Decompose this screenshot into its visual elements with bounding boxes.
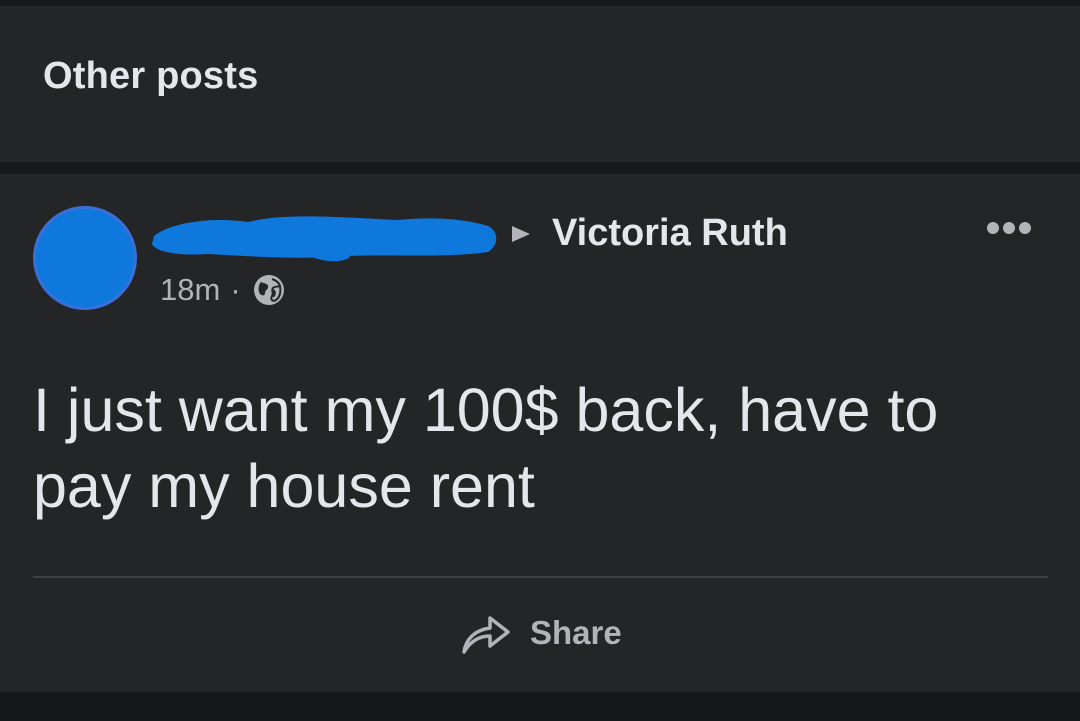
section-gap: [0, 162, 1080, 174]
bottom-separator: [0, 692, 1080, 721]
section-header: Other posts: [0, 6, 1080, 162]
post-time[interactable]: 18m: [160, 272, 220, 308]
post-body: I just want my 100$ back, have to pay my…: [33, 376, 939, 520]
meta-separator: ·: [230, 272, 241, 307]
more-dots-icon[interactable]: [986, 220, 1032, 236]
recipient-name[interactable]: Victoria Ruth: [552, 212, 788, 255]
globe-icon[interactable]: [253, 274, 285, 306]
avatar[interactable]: [33, 206, 137, 310]
share-label: Share: [530, 614, 622, 651]
share-button[interactable]: Share: [458, 606, 622, 660]
author-name-redaction: [152, 216, 497, 262]
section-title: Other posts: [43, 55, 259, 97]
triangle-right-icon: [512, 225, 530, 242]
post-card: Victoria Ruth 18m · I just want my 100$ …: [0, 174, 1080, 692]
recipient: Victoria Ruth: [510, 212, 788, 255]
share-arrow-icon: [462, 616, 510, 654]
divider: [33, 576, 1048, 578]
post-meta: 18m ·: [160, 272, 285, 308]
